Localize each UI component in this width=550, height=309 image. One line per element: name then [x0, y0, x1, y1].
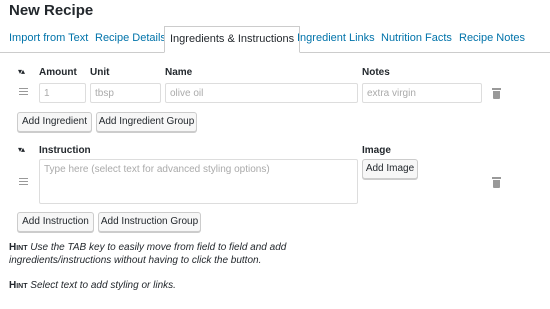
add-image-button[interactable]: Add Image — [362, 159, 418, 179]
hint-label: Hint — [9, 280, 28, 291]
name-header: Name — [165, 67, 193, 78]
page-title: New Recipe — [9, 2, 94, 19]
tab-nutrition-facts[interactable]: Nutrition Facts — [376, 26, 457, 51]
amount-input[interactable]: 1 — [39, 83, 86, 103]
hint-tab-key: Hint Use the TAB key to easily move from… — [9, 241, 299, 267]
add-ingredient-group-button[interactable]: Add Ingredient Group — [96, 112, 197, 132]
drag-handle-icon[interactable] — [19, 88, 28, 97]
add-ingredient-button[interactable]: Add Ingredient — [17, 112, 92, 132]
amount-header: Amount — [39, 67, 77, 78]
delete-ingredient-icon[interactable] — [492, 88, 501, 99]
sort-ingredients-icon[interactable]: ▾▴ — [18, 67, 25, 76]
drag-handle-icon[interactable] — [19, 178, 28, 187]
unit-input[interactable]: tbsp — [90, 83, 161, 103]
instruction-header: Instruction — [39, 145, 91, 156]
add-instruction-button[interactable]: Add Instruction — [17, 212, 94, 232]
instruction-textarea[interactable]: Type here (select text for advanced styl… — [39, 159, 358, 204]
delete-instruction-icon[interactable] — [492, 177, 501, 188]
notes-header: Notes — [362, 67, 390, 78]
unit-header: Unit — [90, 67, 110, 78]
image-header: Image — [362, 145, 391, 156]
tab-ingredients-instructions[interactable]: Ingredients & Instructions — [164, 26, 301, 53]
notes-input[interactable]: extra virgin — [362, 83, 482, 103]
tab-recipe-notes[interactable]: Recipe Notes — [454, 26, 530, 51]
hint-text: Select text to add styling or links. — [30, 280, 176, 291]
add-instruction-group-button[interactable]: Add Instruction Group — [98, 212, 201, 232]
name-input[interactable]: olive oil — [165, 83, 358, 103]
tab-bar: Import from Text Recipe Details Ingredie… — [0, 26, 550, 53]
sort-instructions-icon[interactable]: ▾▴ — [18, 145, 25, 154]
hint-select-text: Hint Select text to add styling or links… — [9, 279, 409, 292]
tab-ingredient-links[interactable]: Ingredient Links — [292, 26, 380, 51]
hint-text: Use the TAB key to easily move from fiel… — [9, 242, 287, 266]
tab-import-from-text[interactable]: Import from Text — [4, 26, 93, 51]
tab-recipe-details[interactable]: Recipe Details — [90, 26, 171, 51]
hint-label: Hint — [9, 242, 28, 253]
